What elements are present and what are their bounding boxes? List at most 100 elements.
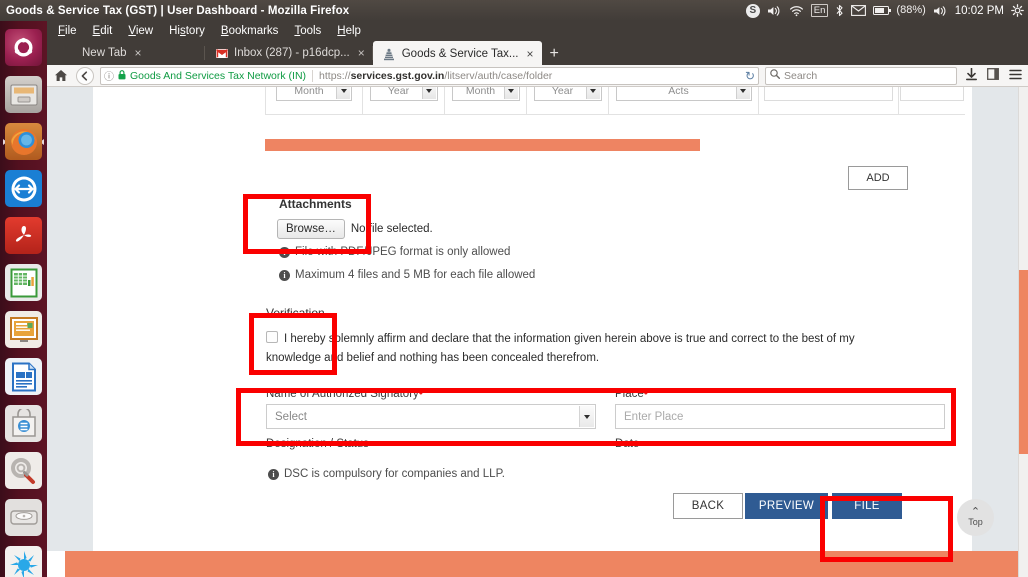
volume-icon[interactable]	[767, 5, 782, 17]
table-text-input-1[interactable]	[764, 87, 893, 101]
verification-checkbox[interactable]	[266, 331, 278, 343]
page-viewport: Month Year Month Year Acts ADD Attachmen…	[47, 87, 1028, 577]
url-bar[interactable]: ⓘ Goods And Services Tax Network (IN) ht…	[100, 66, 759, 85]
menu-view[interactable]: View	[128, 25, 153, 37]
page-info-icon[interactable]: ⓘ	[104, 68, 114, 83]
launcher-item-software-center[interactable]	[2, 402, 45, 445]
signatory-select-value: Select	[275, 410, 307, 423]
place-label: Place•	[615, 386, 648, 400]
settings-gear-icon[interactable]	[1011, 4, 1024, 17]
skype-icon[interactable]: S	[745, 3, 760, 18]
launcher-item-libreoffice-calc[interactable]	[2, 261, 45, 304]
info-icon: i	[279, 246, 290, 258]
wifi-icon[interactable]	[789, 5, 804, 17]
attachment-limit-note: i Maximum 4 files and 5 MB for each file…	[279, 269, 535, 281]
tab-new-tab[interactable]: New Tab ×	[53, 41, 205, 65]
site-identity-owner: Goods And Services Tax Network (IN)	[130, 69, 307, 82]
mail-icon[interactable]	[851, 5, 867, 16]
battery-icon[interactable]	[873, 6, 892, 15]
firefox-chrome: FFileile Edit View History Bookmarks Too…	[47, 21, 1028, 87]
launcher-item-files[interactable]	[2, 73, 45, 116]
search-icon	[770, 69, 780, 82]
tab-gst[interactable]: Goods & Service Tax... ×	[372, 41, 542, 65]
search-input[interactable]: Search	[784, 70, 817, 82]
dsc-note: i DSC is compulsory for companies and LL…	[268, 468, 505, 480]
to-month-select[interactable]: Month	[451, 87, 520, 101]
tab-label: Inbox (287) - p16dcp...	[234, 47, 350, 59]
new-tab-button[interactable]: +	[542, 46, 567, 65]
scroll-to-top-label: Top	[968, 517, 983, 527]
back-button[interactable]: BACK	[673, 493, 743, 519]
home-icon[interactable]	[52, 67, 70, 85]
from-month-select[interactable]: Month	[276, 87, 352, 101]
menu-tools[interactable]: Tools	[294, 25, 321, 37]
file-status-text: No file selected.	[350, 223, 433, 235]
language-indicator[interactable]: En	[810, 4, 829, 17]
preview-button[interactable]: PREVIEW	[745, 493, 828, 519]
scroll-to-top-button[interactable]: ⌃ Top	[957, 499, 994, 536]
gst-emblem-icon	[383, 48, 396, 61]
url-separator	[312, 69, 314, 82]
teamviewer-icon	[5, 170, 42, 207]
sidebar-icon[interactable]	[985, 68, 1001, 83]
tab-bar: New Tab × Inbox (287) - p16dcp... × Good…	[47, 40, 1028, 65]
launcher-item-libreoffice-impress[interactable]	[2, 308, 45, 351]
window-title: Goods & Service Tax (GST) | User Dashboa…	[6, 4, 350, 17]
required-marker: •	[418, 386, 423, 400]
place-input-placeholder: Enter Place	[624, 410, 684, 423]
search-bar[interactable]: Search	[765, 66, 957, 85]
launcher-item-teamviewer[interactable]	[2, 167, 45, 210]
launcher-item-amazon[interactable]	[2, 543, 45, 577]
tab-close-icon[interactable]: ×	[135, 46, 142, 60]
from-month-value: Month	[294, 87, 324, 97]
files-icon	[5, 76, 42, 113]
table-text-input-2[interactable]	[900, 87, 964, 101]
tab-inbox[interactable]: Inbox (287) - p16dcp... ×	[205, 41, 373, 65]
from-year-value: Year	[387, 87, 410, 97]
page-scrollbar-track[interactable]	[1018, 87, 1028, 577]
launcher-item-firefox[interactable]	[2, 120, 45, 163]
designation-label: Designation / Status	[266, 438, 369, 450]
page-footer-left-gap	[47, 551, 65, 577]
tab-close-icon[interactable]: ×	[527, 47, 534, 61]
clock[interactable]: 10:02 PM	[955, 5, 1004, 17]
launcher-item-ubuntu-dash[interactable]	[2, 26, 45, 69]
reload-icon[interactable]: ↻	[741, 69, 755, 83]
place-input[interactable]: Enter Place	[615, 404, 945, 429]
section-divider-bar	[265, 139, 700, 151]
hamburger-menu-icon[interactable]	[1007, 69, 1023, 83]
back-icon[interactable]	[76, 66, 94, 85]
place-label-text: Place	[615, 388, 644, 400]
downloads-icon[interactable]	[963, 67, 979, 84]
page-scrollbar-thumb[interactable]	[1019, 270, 1028, 454]
add-button[interactable]: ADD	[848, 166, 908, 190]
attachment-format-note-text: File with PDF/JPEG format is only allowe…	[295, 246, 511, 258]
blank-favicon	[63, 47, 76, 60]
menu-bookmarks[interactable]: Bookmarks	[221, 25, 279, 37]
browse-button[interactable]: Browse…	[277, 219, 345, 239]
launcher-item-system-settings[interactable]	[2, 449, 45, 492]
launcher-item-libreoffice-writer[interactable]	[2, 355, 45, 398]
chevron-up-icon: ⌃	[970, 506, 981, 518]
table-cell-to-year: Year	[527, 87, 609, 115]
file-button[interactable]: FILE	[832, 493, 902, 519]
firefox-icon	[5, 123, 42, 160]
from-year-select[interactable]: Year	[369, 87, 438, 101]
attachment-format-note: i File with PDF/JPEG format is only allo…	[279, 246, 510, 258]
acts-select[interactable]: Acts	[615, 87, 752, 101]
page-footer-bar	[47, 551, 1018, 577]
to-year-select[interactable]: Year	[533, 87, 602, 101]
tab-close-icon[interactable]: ×	[358, 46, 365, 60]
menu-help[interactable]: Help	[337, 25, 361, 37]
sound-icon[interactable]	[933, 5, 948, 17]
menu-file[interactable]: FFileile	[58, 25, 77, 37]
signatory-select[interactable]: Select	[266, 404, 596, 429]
ubuntu-dash-icon	[5, 29, 42, 66]
launcher-item-disk-usage[interactable]	[2, 496, 45, 539]
info-icon: i	[268, 468, 279, 480]
menu-history[interactable]: History	[169, 25, 205, 37]
table-cell-from-year: Year	[363, 87, 445, 115]
bluetooth-icon[interactable]	[835, 4, 844, 17]
menu-edit[interactable]: Edit	[93, 25, 113, 37]
launcher-item-acrobat-reader[interactable]	[2, 214, 45, 257]
